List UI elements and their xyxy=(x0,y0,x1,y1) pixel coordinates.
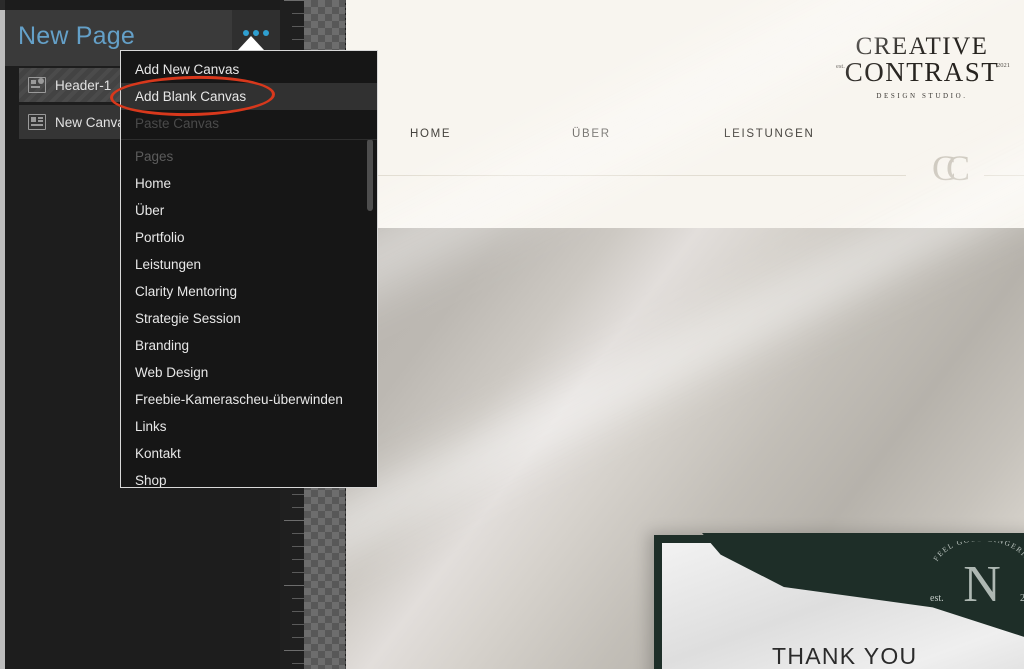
ruler-tick xyxy=(292,533,304,534)
canvas-layout-icon xyxy=(28,114,46,130)
menu-item-add-new-canvas[interactable]: Add New Canvas xyxy=(121,56,377,83)
stamp-year-label: 2021 xyxy=(1020,593,1024,604)
website-preview[interactable]: est. 2021 CREATIVE CONTRAST DESIGN STUDI… xyxy=(346,0,1024,669)
ruler-tick xyxy=(284,650,304,651)
menu-page-links[interactable]: Links xyxy=(121,413,377,440)
ruler-tick xyxy=(292,26,304,27)
nav-item-home[interactable]: HOME xyxy=(410,128,451,140)
menu-page-shop[interactable]: Shop xyxy=(121,467,377,487)
ruler-tick xyxy=(292,13,304,14)
app-root: New Page Header-1 New Canvas est. 2021 xyxy=(0,0,1024,669)
ruler-tick xyxy=(292,546,304,547)
menu-page-leistungen[interactable]: Leistungen xyxy=(121,251,377,278)
page-title: New Page xyxy=(18,22,135,50)
menu-item-paste-canvas: Paste Canvas xyxy=(135,116,220,131)
menu-page-freebie-kamerascheu-überwinden[interactable]: Freebie-Kamerascheu-überwinden xyxy=(121,386,377,413)
ruler-tick xyxy=(284,585,304,586)
ruler-tick xyxy=(292,637,304,638)
menu-pointer-caret xyxy=(238,36,264,50)
menu-page-branding[interactable]: Branding xyxy=(121,332,377,359)
menu-separator xyxy=(121,139,377,140)
ruler-tick xyxy=(292,572,304,573)
ruler-tick xyxy=(292,663,304,664)
menu-page-portfolio[interactable]: Portfolio xyxy=(121,224,377,251)
menu-page-clarity-mentoring[interactable]: Clarity Mentoring xyxy=(121,278,377,305)
ruler-tick xyxy=(284,0,304,1)
menu-page-kontakt[interactable]: Kontakt xyxy=(121,440,377,467)
menu-page-strategie-session[interactable]: Strategie Session xyxy=(121,305,377,332)
header-web-icon xyxy=(28,77,46,93)
ruler-tick xyxy=(284,520,304,521)
thank-you-text: THANK YOU xyxy=(772,643,918,669)
brand-subtitle: DESIGN STUDIO. xyxy=(876,92,968,100)
menu-item-add-blank-canvas[interactable]: Add Blank Canvas xyxy=(121,83,377,110)
lingerie-stamp: FEEL GOOD LINGERIE N est. 2021 xyxy=(922,541,1024,641)
menu-page-web-design[interactable]: Web Design xyxy=(121,359,377,386)
layer-label: Header-1 xyxy=(55,77,112,93)
ruler-tick xyxy=(292,507,304,508)
stamp-est-label: est. xyxy=(930,593,944,604)
menu-section-pages: Pages xyxy=(135,149,174,164)
hero-image: FEEL GOOD LINGERIE N est. 2021 THANK YOU xyxy=(346,0,1024,669)
ruler-tick xyxy=(292,624,304,625)
ruler-tick xyxy=(292,494,304,495)
menu-page-home[interactable]: Home xyxy=(121,170,377,197)
menu-page-über[interactable]: Über xyxy=(121,197,377,224)
ruler-tick xyxy=(292,598,304,599)
left-rail-cap xyxy=(0,0,5,10)
envelope-graphic: FEEL GOOD LINGERIE N est. 2021 THANK YOU xyxy=(654,503,1024,669)
ruler-tick xyxy=(292,559,304,560)
canvas-context-menu[interactable]: Add New Canvas Add Blank Canvas Paste Canv… xyxy=(120,50,378,488)
ruler-tick xyxy=(292,39,304,40)
ruler-tick xyxy=(292,611,304,612)
